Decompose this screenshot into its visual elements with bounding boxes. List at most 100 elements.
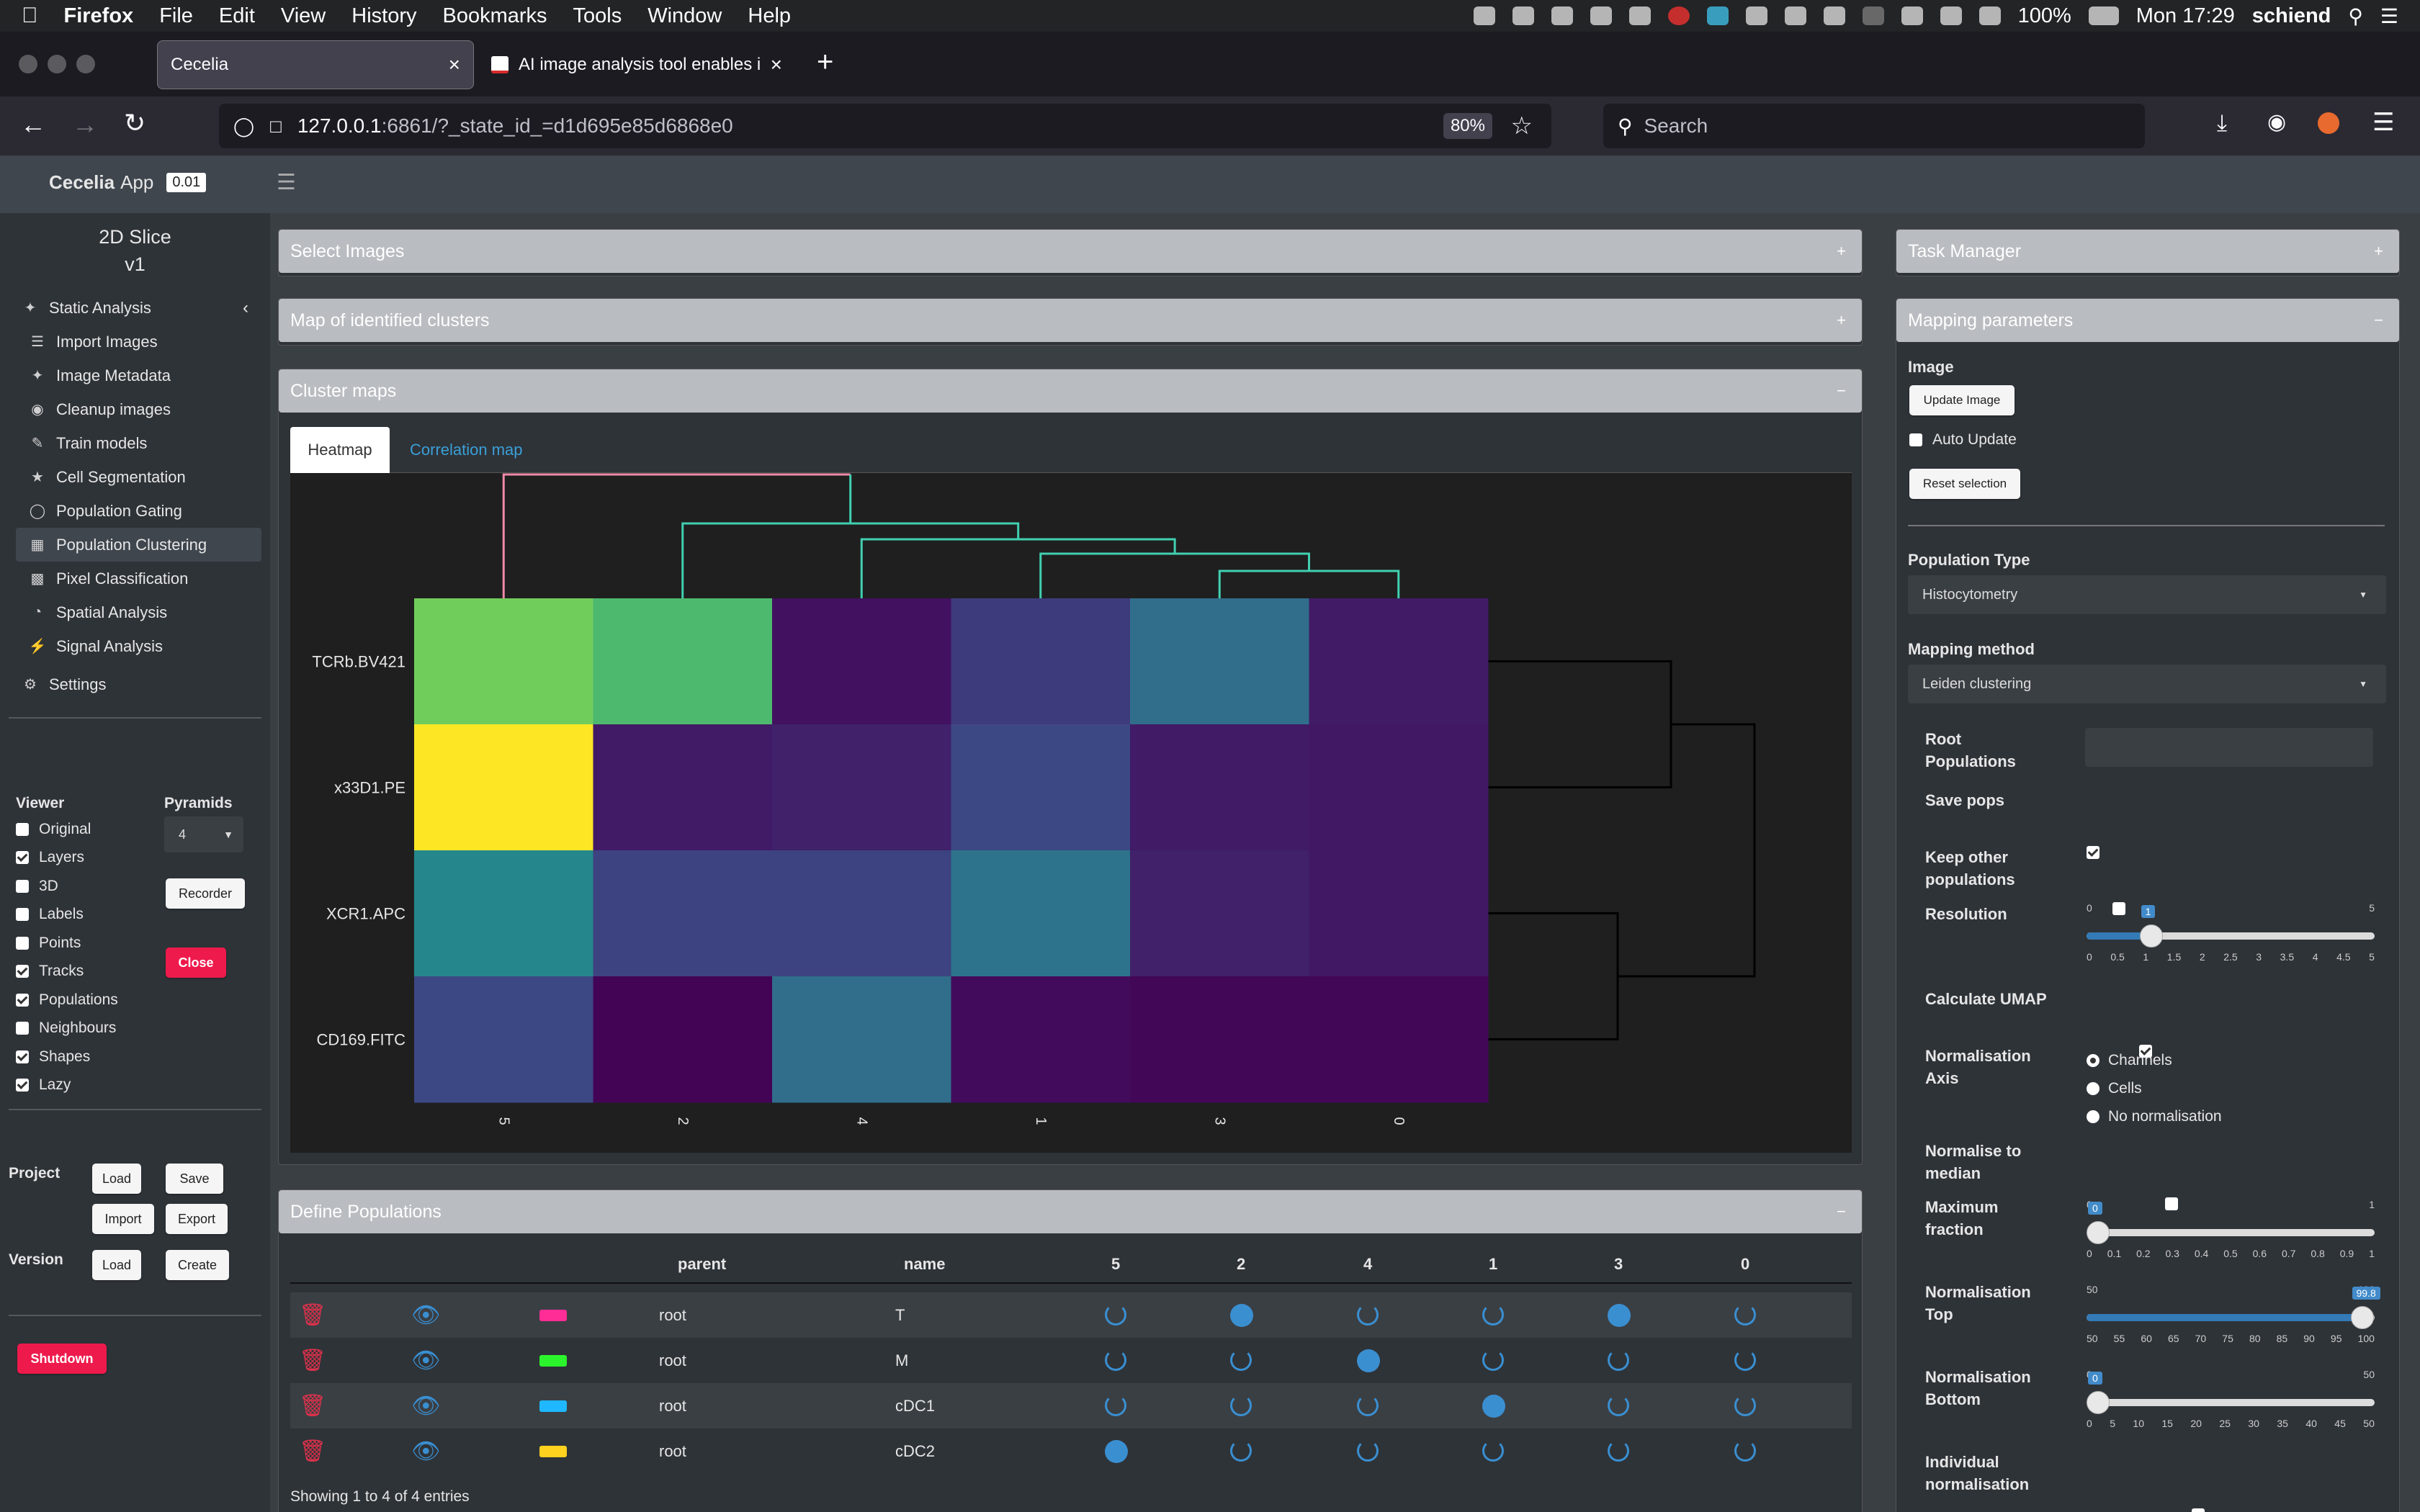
mapping-method-select[interactable]: Leiden clustering ▼ — [1908, 665, 2386, 703]
col-cluster-3[interactable]: 3 — [1614, 1255, 1623, 1274]
tab-correlation-map[interactable]: Correlation map — [410, 427, 523, 473]
search-box[interactable]: ⚲ Search — [1603, 104, 2145, 148]
slider-handle[interactable] — [2139, 924, 2163, 948]
status-icon[interactable] — [1551, 6, 1573, 25]
cluster-unselected-toggle[interactable] — [1482, 1440, 1504, 1462]
window-minimize-icon[interactable] — [48, 55, 66, 73]
time-machine-icon[interactable] — [1784, 6, 1806, 25]
spotlight-icon[interactable]: ⚲ — [2348, 4, 2363, 28]
radio-button[interactable] — [2087, 1110, 2099, 1124]
viewer-option-labels[interactable]: Labels — [16, 900, 118, 929]
slider-handle[interactable] — [2350, 1306, 2374, 1329]
checkbox[interactable] — [16, 1079, 29, 1092]
sidebar-item-signal-analysis[interactable]: ⚡ Signal Analysis — [7, 629, 270, 663]
menu-view[interactable]: View — [281, 4, 326, 28]
viewer-option-tracks[interactable]: Tracks — [16, 957, 118, 986]
cluster-unselected-toggle[interactable] — [1230, 1395, 1252, 1416]
sidebar-item-spatial-analysis[interactable]: ◔ Spatial Analysis — [7, 595, 270, 629]
control-center-icon[interactable]: ☰ — [2380, 4, 2398, 28]
trash-icon[interactable]: 🗑 — [299, 1439, 326, 1464]
cluster-unselected-toggle[interactable] — [1734, 1395, 1756, 1416]
population-color-swatch[interactable] — [539, 1446, 567, 1457]
cluster-unselected-toggle[interactable] — [1734, 1440, 1756, 1462]
viewer-option-shapes[interactable]: Shapes — [16, 1043, 118, 1071]
extension-icon[interactable] — [2318, 112, 2339, 134]
pyramids-select[interactable]: 4 ▼ — [164, 816, 243, 852]
collapse-icon[interactable]: − — [2374, 311, 2383, 330]
root-populations-input[interactable] — [2085, 728, 2373, 767]
menu-window[interactable]: Window — [647, 4, 722, 28]
reload-icon[interactable]: ↻ — [124, 108, 145, 138]
downloads-icon[interactable]: ⤓ — [2217, 109, 2227, 137]
close-tab-icon[interactable]: × — [449, 53, 460, 76]
radio-button[interactable] — [2087, 1054, 2099, 1068]
menu-help[interactable]: Help — [748, 4, 791, 28]
cluster-unselected-toggle[interactable] — [1608, 1395, 1629, 1416]
cluster-selected-toggle[interactable] — [1105, 1440, 1128, 1463]
chevron-left-icon[interactable]: ‹ — [243, 298, 248, 318]
cluster-unselected-toggle[interactable] — [1105, 1349, 1126, 1371]
bookmark-star-icon[interactable]: ☆ — [1511, 112, 1533, 140]
tab-cecelia[interactable]: Cecelia × — [157, 40, 474, 89]
keep-other-checkbox[interactable] — [2112, 902, 2126, 915]
cluster-unselected-toggle[interactable] — [1608, 1440, 1629, 1462]
battery-icon[interactable] — [2088, 6, 2119, 25]
project-save-button[interactable]: Save — [166, 1164, 223, 1194]
population-color-swatch[interactable] — [539, 1355, 567, 1367]
viewer-option-neighbours[interactable]: Neighbours — [16, 1014, 118, 1043]
sidebar-item-settings[interactable]: ⚙ Settings — [0, 667, 270, 701]
resolution-slider[interactable]: 0 5 1 0 0.5 1 1.5 2 2.5 3 3.5 4 4.5 5 — [2087, 902, 2375, 963]
tab-heatmap[interactable]: Heatmap — [290, 427, 390, 473]
menu-tools[interactable]: Tools — [573, 4, 622, 28]
checkbox[interactable] — [16, 879, 29, 893]
cluster-unselected-toggle[interactable] — [1734, 1304, 1756, 1326]
cluster-unselected-toggle[interactable] — [1482, 1349, 1504, 1371]
project-export-button[interactable]: Export — [166, 1204, 228, 1234]
max-fraction-slider[interactable]: 01000.10.20.30.40.50.60.70.80.91 — [2087, 1199, 2375, 1259]
radio-button[interactable] — [2087, 1082, 2099, 1096]
expand-icon[interactable]: + — [1837, 311, 1846, 330]
checkbox[interactable] — [16, 993, 29, 1007]
col-cluster-5[interactable]: 5 — [1111, 1255, 1120, 1274]
cluster-selected-toggle[interactable] — [1357, 1349, 1380, 1372]
status-icon[interactable] — [1590, 6, 1612, 25]
status-icon[interactable] — [1628, 6, 1651, 25]
panel-header[interactable]: Cluster maps − — [279, 369, 1862, 413]
menu-file[interactable]: File — [159, 4, 193, 28]
user-name[interactable]: schiend — [2252, 4, 2331, 28]
cluster-unselected-toggle[interactable] — [1608, 1349, 1629, 1371]
clock[interactable]: Mon 17:29 — [2136, 4, 2235, 28]
checkbox[interactable] — [16, 965, 29, 978]
trash-icon[interactable]: 🗑 — [299, 1348, 326, 1373]
sidebar-item-image-metadata[interactable]: ✦ Image Metadata — [7, 359, 270, 392]
update-image-button[interactable]: Update Image — [1909, 385, 2015, 415]
slider-track[interactable] — [2087, 1229, 2375, 1236]
cluster-unselected-toggle[interactable] — [1230, 1440, 1252, 1462]
viewer-option-original[interactable]: Original — [16, 815, 118, 844]
viewer-option-lazy[interactable]: Lazy — [16, 1071, 118, 1099]
sidebar-toggle-icon[interactable]: ☰ — [277, 170, 296, 195]
checkbox[interactable] — [16, 936, 29, 950]
back-icon[interactable]: ← — [20, 109, 46, 140]
cluster-selected-toggle[interactable] — [1482, 1395, 1505, 1418]
collapse-icon[interactable]: − — [1837, 1202, 1846, 1221]
sidebar-section-static-analysis[interactable]: ✦ Static Analysis ‹ — [0, 291, 270, 325]
tab-article[interactable]: AI image analysis tool enables i × — [478, 40, 795, 89]
wifi-icon[interactable] — [1940, 6, 1962, 25]
cluster-unselected-toggle[interactable] — [1357, 1440, 1379, 1462]
normalise-median-checkbox[interactable] — [2165, 1197, 2179, 1210]
cluster-unselected-toggle[interactable] — [1105, 1304, 1126, 1326]
bluetooth-icon[interactable] — [1862, 6, 1884, 25]
population-color-swatch[interactable] — [539, 1310, 567, 1321]
app-brand[interactable]: Cecelia App 0.01 — [49, 171, 207, 194]
population-color-swatch[interactable] — [539, 1400, 567, 1412]
cluster-unselected-toggle[interactable] — [1105, 1395, 1126, 1416]
table-row[interactable]: 🗑 👁 root cDC2 — [290, 1428, 1852, 1474]
address-bar[interactable]: ◯ □ 127.0.0.1:6861/?_state_id_=d1d695e85… — [219, 104, 1551, 148]
status-icon[interactable] — [1706, 6, 1729, 25]
population-type-select[interactable]: Histocytometry ▼ — [1908, 575, 2386, 614]
col-cluster-4[interactable]: 4 — [1363, 1255, 1372, 1274]
forward-icon[interactable]: → — [72, 109, 98, 140]
sidebar-item-population-clustering[interactable]: ▦ Population Clustering — [16, 528, 261, 562]
volume-icon[interactable] — [1978, 6, 2001, 25]
